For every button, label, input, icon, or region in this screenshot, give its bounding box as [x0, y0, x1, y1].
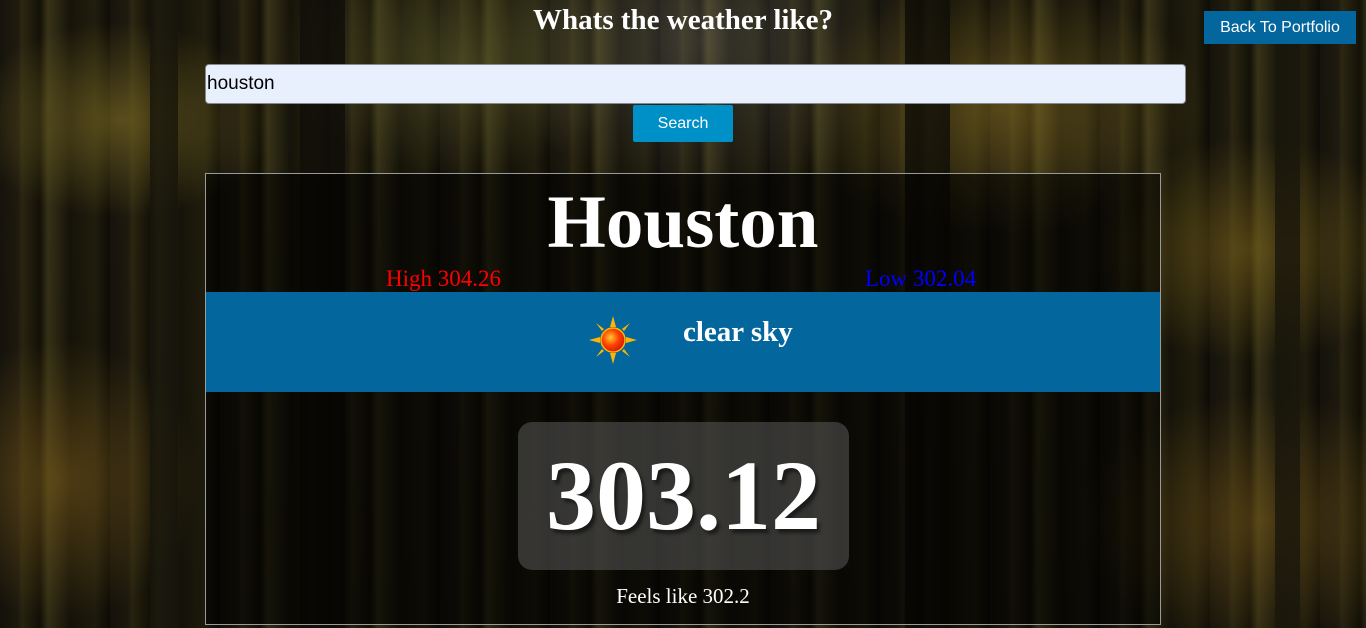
sun-icon [589, 316, 637, 364]
search-input[interactable] [205, 64, 1186, 104]
weather-card: Houston High 304.26 Low 302.04 clear sky… [205, 173, 1161, 625]
feels-like: Feels like 302.2 [616, 584, 750, 608]
condition-bar: clear sky [206, 292, 1160, 392]
back-to-portfolio-button[interactable]: Back To Portfolio [1204, 11, 1356, 44]
condition-text: clear sky [683, 316, 793, 348]
temperature-box: 303.12 [518, 422, 849, 570]
city-name: Houston [547, 181, 819, 264]
temperature-value: 303.12 [546, 440, 821, 551]
high-temperature: High 304.26 [386, 266, 501, 291]
low-temperature: Low 302.04 [865, 266, 977, 291]
page-title: Whats the weather like? [533, 4, 833, 36]
search-button[interactable]: Search [633, 105, 733, 142]
